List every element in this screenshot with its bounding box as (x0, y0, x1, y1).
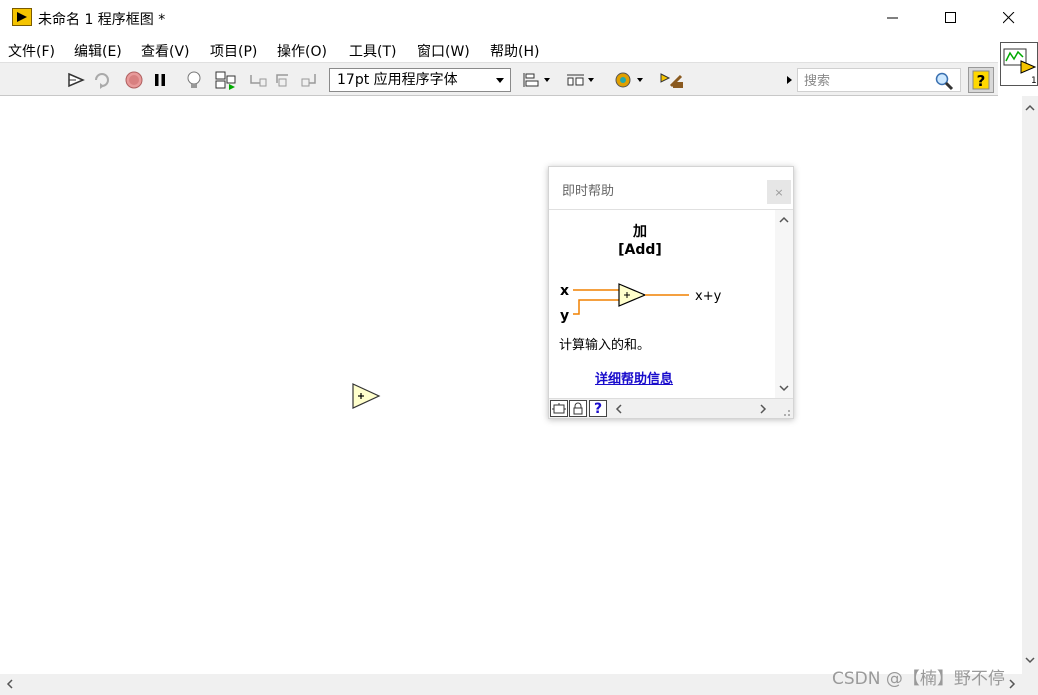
chevron-down-icon (496, 78, 504, 83)
cleanup-diagram-icon[interactable] (658, 69, 686, 91)
minimize-icon (887, 17, 898, 19)
vi-icon[interactable]: 1 (1000, 42, 1038, 86)
scroll-down-icon[interactable] (1022, 652, 1038, 668)
step-out-icon[interactable] (299, 69, 321, 91)
svg-text:1: 1 (1031, 76, 1037, 85)
add-function-diagram: x y x+y (560, 283, 722, 324)
search-icon[interactable] (934, 71, 954, 95)
input-x-label: x (560, 283, 569, 299)
highlight-execution-icon[interactable] (183, 69, 205, 91)
step-into-icon[interactable] (247, 69, 269, 91)
watermark: CSDN @【楠】野不停 (832, 669, 1005, 689)
menu-project[interactable]: 项目(P) (210, 41, 257, 61)
menu-view[interactable]: 查看(V) (141, 41, 190, 61)
context-help-scrollbar[interactable] (775, 210, 793, 398)
menu-tools[interactable]: 工具(T) (349, 41, 396, 61)
scroll-up-icon[interactable] (1022, 100, 1038, 116)
menu-file[interactable]: 文件(F) (8, 41, 55, 61)
reorder-icon[interactable] (612, 69, 646, 91)
toolbar-expand-icon[interactable] (784, 69, 794, 91)
function-name: 加 (633, 224, 647, 240)
abort-icon[interactable] (123, 69, 145, 91)
context-help-window: 即时帮助 × 加 [Add] x y x+y 计算输入的和。 详细帮助信息 ? (548, 166, 794, 419)
block-diagram-canvas[interactable] (0, 96, 1022, 674)
search-box[interactable] (797, 68, 961, 92)
maximize-button[interactable] (922, 0, 980, 36)
menu-edit[interactable]: 编辑(E) (74, 41, 122, 61)
retain-wire-values-icon[interactable] (215, 69, 237, 91)
scroll-left-icon[interactable] (613, 402, 625, 416)
align-objects-icon[interactable] (521, 69, 553, 91)
pause-icon[interactable] (149, 69, 171, 91)
window-title: 未命名 1 程序框图 * (38, 12, 166, 28)
lock-icon[interactable] (569, 400, 587, 417)
context-help-body: 加 [Add] x y x+y 计算输入的和。 详细帮助信息 (549, 210, 774, 398)
toolbar: 17pt 应用程序字体 ? (0, 62, 998, 96)
menu-operate[interactable]: 操作(O) (277, 41, 327, 61)
minimize-button[interactable] (864, 0, 922, 36)
show-optional-terminals-icon[interactable] (550, 400, 568, 417)
detailed-help-question-icon[interactable]: ? (589, 400, 607, 417)
font-select[interactable]: 17pt 应用程序字体 (329, 68, 511, 92)
add-function-node[interactable] (352, 383, 382, 415)
context-help-header: 即时帮助 × (549, 167, 793, 210)
step-over-icon[interactable] (273, 69, 295, 91)
vertical-scrollbar[interactable] (1022, 96, 1038, 674)
context-help-title: 即时帮助 (562, 184, 615, 199)
menu-window[interactable]: 窗口(W) (417, 41, 470, 61)
scroll-right-icon[interactable] (757, 402, 769, 416)
output-label: x+y (695, 289, 722, 304)
resize-grip-icon[interactable] (781, 407, 791, 417)
scroll-left-icon[interactable] (2, 676, 18, 692)
menu-help[interactable]: 帮助(H) (490, 41, 539, 61)
close-button[interactable] (980, 0, 1038, 36)
resize-grip[interactable] (1022, 674, 1038, 695)
scroll-down-icon[interactable] (775, 380, 793, 396)
scroll-right-icon[interactable] (1004, 676, 1020, 692)
search-input[interactable] (802, 70, 926, 92)
close-icon (1003, 12, 1015, 24)
run-arrow-icon[interactable] (65, 69, 87, 91)
maximize-icon (945, 12, 956, 23)
context-help-footer: ? (549, 398, 793, 418)
detailed-help-link[interactable]: 详细帮助信息 (595, 368, 673, 387)
svg-text:?: ? (977, 72, 986, 90)
title-bar: 未命名 1 程序框图 * (0, 0, 1038, 38)
context-help-button[interactable]: ? (968, 67, 994, 93)
font-select-value: 17pt 应用程序字体 (337, 72, 458, 88)
function-description: 计算输入的和。 (559, 338, 651, 353)
help-question-icon: ? (972, 70, 990, 90)
distribute-objects-icon[interactable] (565, 69, 597, 91)
context-help-close-button[interactable]: × (767, 180, 791, 204)
function-english-name: [Add] (618, 242, 662, 258)
scroll-up-icon[interactable] (775, 212, 793, 228)
menu-bar: 文件(F) 编辑(E) 查看(V) 项目(P) 操作(O) 工具(T) 窗口(W… (0, 38, 998, 62)
input-y-label: y (560, 308, 569, 324)
run-continuously-icon[interactable] (91, 69, 113, 91)
labview-app-icon (12, 8, 32, 26)
